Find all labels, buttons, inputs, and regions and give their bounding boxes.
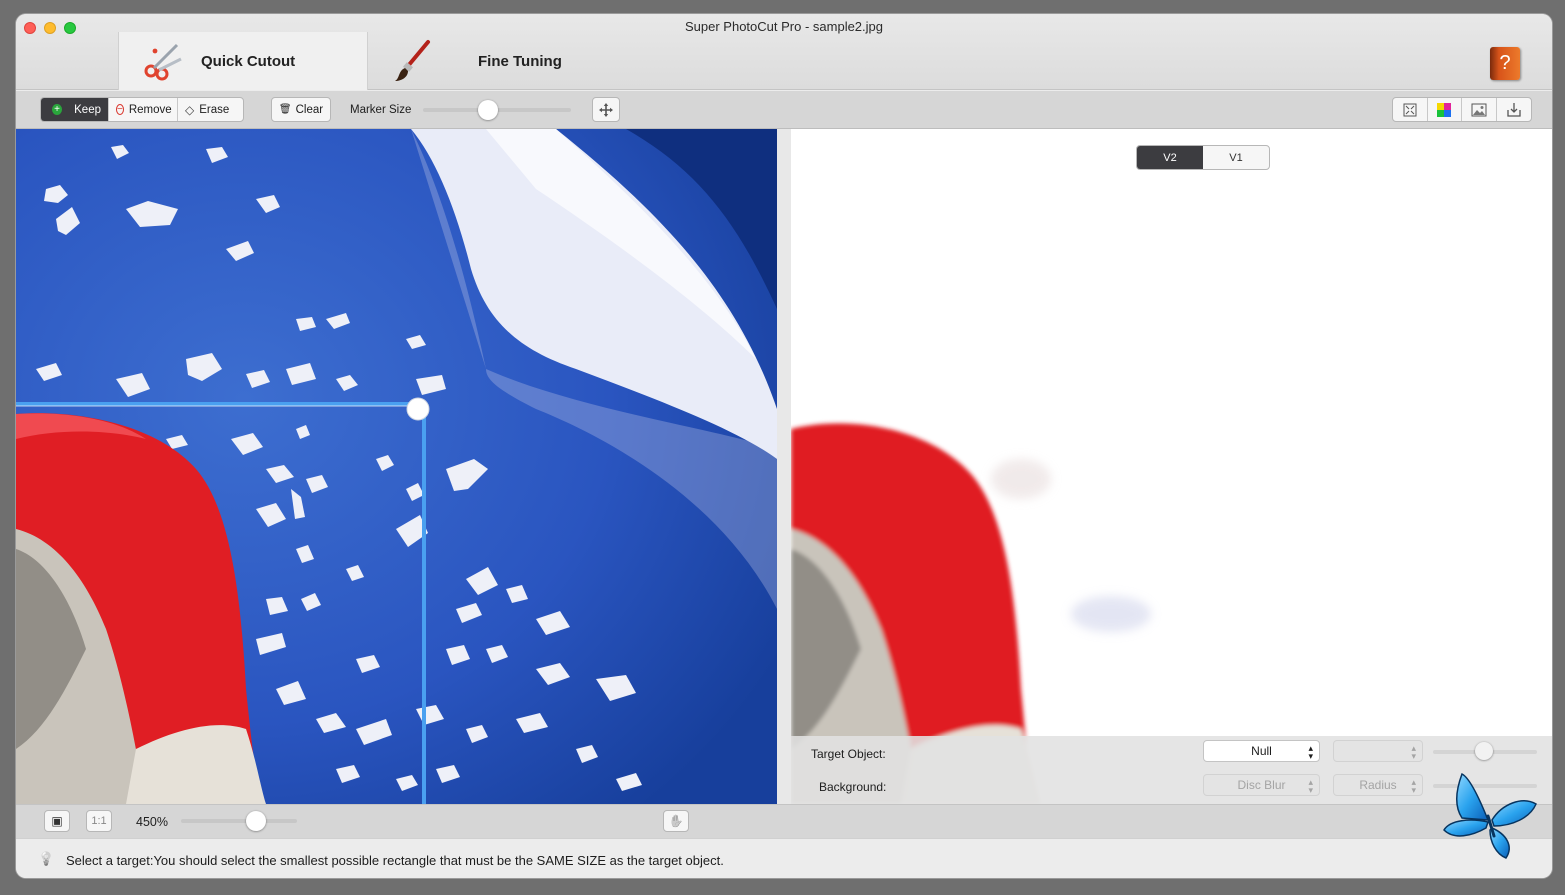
- remove-minus-icon: −: [116, 103, 124, 115]
- color-palette-icon: [1437, 102, 1452, 117]
- butterfly-logo-icon: [1440, 770, 1540, 862]
- status-message: Select a target:You should select the sm…: [66, 853, 724, 868]
- select-arrows-icon: ▴ ▾: [1308, 743, 1313, 761]
- background-effect-value: Disc Blur: [1237, 778, 1286, 792]
- hand-icon: ✋: [668, 814, 684, 828]
- erase-button[interactable]: ◇ Erase: [178, 98, 243, 121]
- target-object-select[interactable]: Null ▴ ▾: [1203, 740, 1320, 762]
- version-segmented: V2 V1: [1136, 145, 1270, 170]
- actual-size-button[interactable]: 1:1: [86, 810, 112, 832]
- zoom-slider[interactable]: [181, 810, 297, 832]
- target-object-label: Target Object:: [811, 747, 886, 761]
- zoom-knob[interactable]: [246, 811, 266, 831]
- status-bar: 💡 Select a target:You should select the …: [16, 838, 1552, 878]
- clear-label: Clear: [295, 103, 324, 116]
- keep-plus-icon: +: [52, 104, 63, 115]
- eraser-icon: ◇: [185, 102, 195, 117]
- scissors-icon: [139, 41, 189, 81]
- tab-fine-tuning-label: Fine Tuning: [478, 52, 562, 70]
- zoom-track: [181, 819, 297, 823]
- export-button[interactable]: [1497, 98, 1531, 121]
- fit-frame-icon: [1403, 103, 1417, 116]
- cutout-toolbar: + Keep − Remove ◇ Erase 🗑 Clear Marker S…: [16, 91, 1552, 129]
- marker-size-slider[interactable]: [423, 99, 571, 121]
- clear-button[interactable]: 🗑 Clear: [271, 97, 331, 122]
- background-label: Background:: [819, 780, 887, 794]
- cutout-preview: [791, 423, 1151, 804]
- target-object-value: Null: [1251, 744, 1272, 758]
- move-arrows-icon: [599, 102, 613, 117]
- source-image-canvas[interactable]: [16, 129, 777, 804]
- image-background-button[interactable]: [1462, 98, 1497, 121]
- background-effect-select[interactable]: Disc Blur ▴ ▾: [1203, 774, 1320, 796]
- color-background-button[interactable]: [1428, 98, 1462, 121]
- pane-divider[interactable]: [777, 129, 791, 804]
- version-v1-button[interactable]: V1: [1203, 146, 1269, 169]
- select-arrows-icon: ▴ ▾: [1411, 743, 1416, 761]
- move-tool-button[interactable]: [592, 97, 620, 122]
- title-bar: Super PhotoCut Pro - sample2.jpg Quick C…: [16, 14, 1552, 90]
- fit-view-button[interactable]: [1393, 98, 1428, 121]
- tab-quick-cutout[interactable]: Quick Cutout: [118, 32, 368, 90]
- radius-placeholder: Radius: [1359, 778, 1397, 792]
- target-amount-knob[interactable]: [1475, 742, 1493, 760]
- keep-button[interactable]: + Keep: [41, 98, 109, 121]
- help-book-button[interactable]: ?: [1490, 47, 1520, 80]
- preview-canvas: V2 V1 Target Object: Null ▴ ▾ ▴ ▾ Backgrou…: [791, 129, 1552, 804]
- hand-tool-button[interactable]: ✋: [663, 810, 689, 832]
- fit-window-icon: ▣: [51, 814, 63, 828]
- tab-fine-tuning[interactable]: Fine Tuning: [368, 32, 618, 90]
- trash-icon: 🗑: [278, 104, 292, 115]
- select-arrows-icon: ▴ ▾: [1411, 777, 1416, 795]
- help-question-icon: ?: [1499, 52, 1511, 74]
- marker-size-label: Marker Size: [350, 104, 412, 116]
- zoom-level: 450%: [136, 815, 168, 829]
- image-icon: [1471, 103, 1487, 116]
- lightbulb-icon: 💡: [38, 851, 55, 866]
- remove-button[interactable]: − Remove: [109, 98, 178, 121]
- remove-label: Remove: [128, 103, 172, 116]
- selection-corner-handle[interactable]: [406, 397, 430, 421]
- zoom-bar: ▣ 1:1 450% ✋: [16, 804, 1552, 838]
- fit-to-window-button[interactable]: ▣: [44, 810, 70, 832]
- target-color-select[interactable]: ▴ ▾: [1333, 740, 1423, 762]
- keep-label: Keep: [74, 103, 101, 116]
- tab-quick-cutout-label: Quick Cutout: [201, 52, 296, 70]
- marker-mode-segmented: + Keep − Remove ◇ Erase: [40, 97, 244, 122]
- radius-select[interactable]: Radius ▴ ▾: [1333, 774, 1423, 796]
- app-window: Super PhotoCut Pro - sample2.jpg Quick C…: [16, 14, 1552, 878]
- marker-size-knob[interactable]: [478, 100, 498, 120]
- actual-size-label: 1:1: [91, 815, 107, 827]
- view-options-segmented: [1392, 97, 1532, 122]
- target-amount-slider[interactable]: [1433, 742, 1537, 762]
- save-tray-icon: [1507, 102, 1521, 117]
- paintbrush-icon: [392, 40, 432, 81]
- version-v2-button[interactable]: V2: [1137, 146, 1203, 169]
- source-photo: [16, 129, 777, 804]
- erase-label: Erase: [199, 103, 230, 116]
- select-arrows-icon: ▴ ▾: [1308, 777, 1313, 795]
- output-options-panel: Target Object: Null ▴ ▾ ▴ ▾ Background: Di…: [791, 736, 1552, 804]
